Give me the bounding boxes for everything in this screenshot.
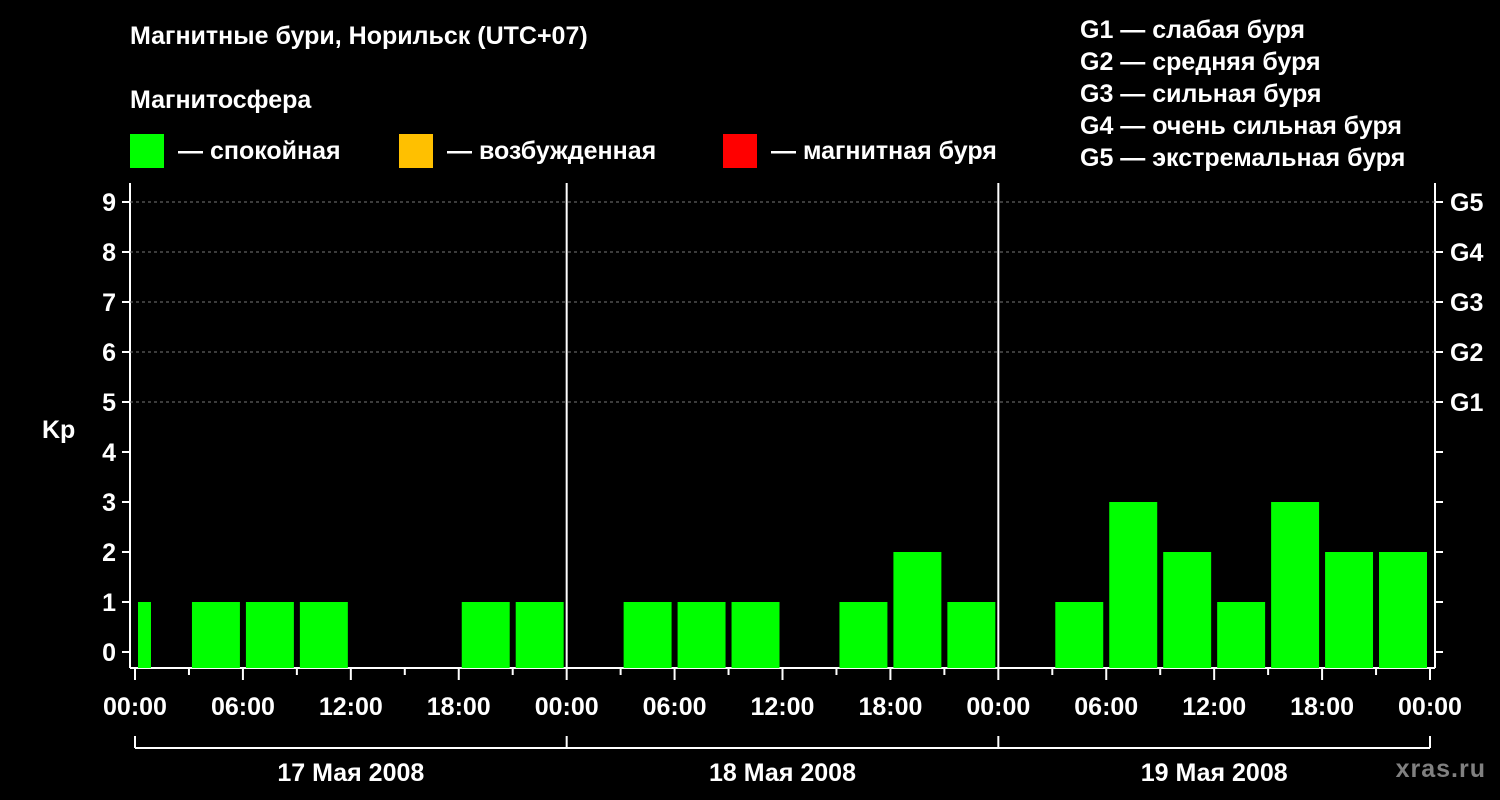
y-tick-label: 6	[102, 339, 116, 367]
x-tick-label: 18:00	[427, 693, 491, 721]
y-tick-label: 2	[102, 539, 116, 567]
x-tick-label: 18:00	[1290, 693, 1354, 721]
x-tick-label: 12:00	[751, 693, 815, 721]
g-level-label: G2	[1450, 339, 1483, 367]
x-tick-label: 12:00	[319, 693, 383, 721]
kp-bar	[1325, 552, 1374, 668]
kp-bar	[138, 602, 151, 668]
y-tick-label: 4	[102, 439, 116, 467]
x-tick-label: 12:00	[1182, 693, 1246, 721]
y-tick-label: 8	[102, 239, 116, 267]
kp-bar	[947, 602, 996, 668]
kp-bar	[677, 602, 726, 668]
g-level-label: G5	[1450, 189, 1483, 217]
x-tick-label: 00:00	[535, 693, 599, 721]
day-label: 17 Мая 2008	[277, 759, 424, 787]
kp-bar	[245, 602, 294, 668]
y-tick-label: 5	[102, 389, 116, 417]
x-tick-label: 00:00	[966, 693, 1030, 721]
x-tick-label: 00:00	[103, 693, 167, 721]
kp-bar	[623, 602, 672, 668]
x-tick-label: 06:00	[1074, 693, 1138, 721]
kp-chart: 0 1 2 3 4 5 6 7 8 9 Kp G1 G2 G3 G4 G5 00:00 06:00 12:00 18:…	[42, 183, 1483, 787]
x-tick-label: 06:00	[643, 693, 707, 721]
kp-bar	[1055, 602, 1104, 668]
day-label: 18 Мая 2008	[709, 759, 856, 787]
y-tick-label: 7	[102, 289, 116, 317]
kp-bar	[299, 602, 348, 668]
kp-bar	[1379, 552, 1427, 668]
y-axis-label: Kp	[42, 416, 75, 444]
y-tick-label: 9	[102, 189, 116, 217]
kp-bar	[1163, 552, 1212, 668]
y-tick-label: 1	[102, 589, 116, 617]
kp-bar	[1217, 602, 1266, 668]
kp-bar	[461, 602, 510, 668]
x-tick-label: 06:00	[211, 693, 275, 721]
y-tick-label: 3	[102, 489, 116, 517]
day-label: 19 Мая 2008	[1141, 759, 1288, 787]
watermark: xras.ru	[1395, 755, 1486, 783]
g-level-label: G1	[1450, 389, 1483, 417]
x-tick-label: 18:00	[858, 693, 922, 721]
kp-bar	[1109, 502, 1158, 668]
kp-bar	[515, 602, 564, 668]
x-tick-label: 00:00	[1398, 693, 1462, 721]
kp-bar	[1271, 502, 1320, 668]
kp-bar	[731, 602, 780, 668]
kp-bar	[893, 552, 942, 668]
y-tick-label: 0	[102, 639, 116, 667]
kp-bar	[191, 602, 240, 668]
g-level-label: G4	[1450, 239, 1483, 267]
g-level-label: G3	[1450, 289, 1483, 317]
kp-bar	[839, 602, 888, 668]
